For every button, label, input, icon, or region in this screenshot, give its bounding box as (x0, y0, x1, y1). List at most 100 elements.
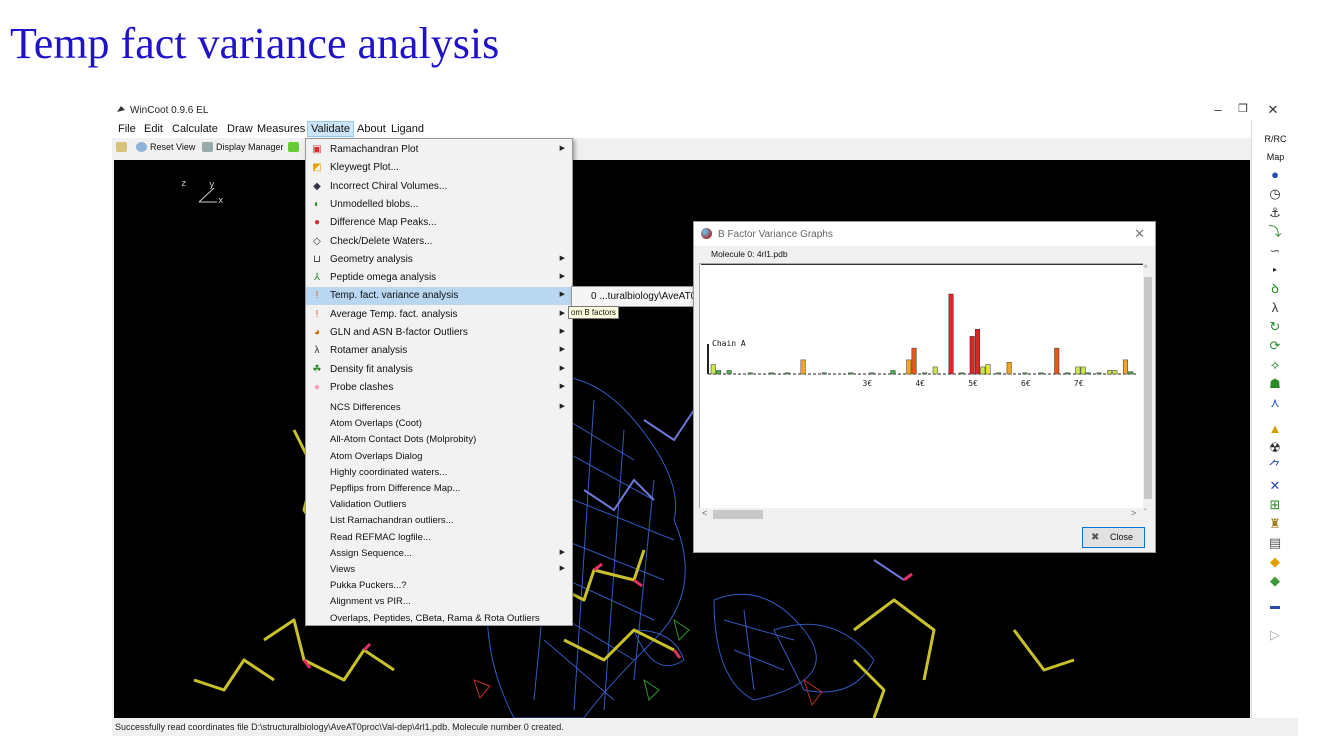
mutate-icon[interactable]: ⟡ (1266, 356, 1284, 374)
rotate-translate-icon[interactable]: ⤵ (1266, 223, 1284, 241)
validate-menu-item[interactable]: ◩ Kleywegt Plot... (306, 159, 572, 177)
menu-file[interactable]: File (115, 122, 139, 136)
bottle-icon[interactable]: ♜ (1266, 515, 1284, 533)
scroll-up-icon[interactable]: ^ (1144, 265, 1147, 272)
menu-calculate[interactable]: Calculate (169, 122, 221, 136)
b-factor-bar (985, 364, 991, 375)
menu-validate[interactable]: Validate (307, 121, 354, 137)
validate-menu-item[interactable]: Read REFMAC logfile... (306, 530, 572, 546)
b-factor-graph[interactable]: 3€ 4€ 5€ 6€ 7€ Chain A (699, 263, 1146, 510)
x-tick-label: 7€ (1074, 379, 1084, 388)
edit-chi-icon[interactable]: ⟳ (1266, 337, 1284, 355)
validate-menu-item[interactable]: ◆ Incorrect Chiral Volumes... (306, 178, 572, 196)
validate-menu-item[interactable]: ● Difference Map Peaks... (306, 214, 572, 232)
slide-title: Temp fact variance analysis (10, 19, 500, 68)
sequence-bar-icon[interactable]: ▬ (1266, 598, 1284, 616)
x-tick-label: 4€ (915, 379, 925, 388)
validate-menu-item-label: Ramachandran Plot (330, 144, 419, 155)
validate-menu-item[interactable]: ⅄ Peptide omega analysis ▶ (306, 269, 572, 287)
validate-menu-item[interactable]: Pepflips from Difference Map... (306, 481, 572, 497)
vertical-scrollbar[interactable]: ^ (1143, 263, 1153, 508)
flip-icon[interactable]: ↻ (1266, 318, 1284, 336)
menu-draw[interactable]: Draw (224, 122, 256, 136)
validate-menu-item-label: All-Atom Contact Dots (Molprobity) (330, 434, 477, 446)
add-box-icon[interactable]: ⊞ (1266, 496, 1284, 514)
dialog-close-button[interactable]: ✖ Close (1082, 527, 1145, 548)
delete-tool-icon[interactable]: ▲ (1266, 420, 1284, 438)
maximize-button[interactable]: ❐ (1233, 102, 1253, 115)
blob-icon: ◐ (313, 198, 321, 210)
b-factor-dialog: B Factor Variance Graphs ✕ Molecule 0: 4… (693, 221, 1156, 553)
menu-about[interactable]: About (354, 122, 389, 136)
validate-menu-item[interactable]: Assign Sequence... ▶ (306, 546, 572, 562)
dialog-close-icon[interactable]: ✕ (1134, 226, 1145, 242)
thermometer-icon: ǃ (315, 290, 319, 302)
validate-menu-item[interactable]: Overlaps, Peptides, CBeta, Rama & Rota O… (306, 611, 572, 627)
expand-arrow-icon[interactable]: ▸ (1266, 261, 1284, 279)
validate-menu-item[interactable]: ǃ Average Temp. fact. analysis ▶ (306, 306, 572, 324)
validate-menu-item[interactable]: Views ▶ (306, 562, 572, 578)
vertical-scroll-thumb[interactable] (1144, 277, 1152, 499)
add-water-icon[interactable]: ⺈ (1266, 458, 1284, 476)
validate-menu-item[interactable]: ☘ Density fit analysis ▶ (306, 361, 572, 379)
play-icon[interactable]: ▷ (1266, 626, 1284, 644)
open-folder-button[interactable] (116, 142, 130, 152)
b-factor-bar (959, 372, 965, 375)
refine-sphere-icon[interactable]: ● (1266, 166, 1284, 184)
menu-edit[interactable]: Edit (141, 122, 166, 136)
scroll-right-icon[interactable]: > (1131, 508, 1136, 518)
reset-view-button[interactable]: Reset View (136, 142, 195, 152)
validate-menu-item[interactable]: List Ramachandran outliers... (306, 513, 572, 529)
validate-menu-item[interactable]: All-Atom Contact Dots (Molprobity) (306, 432, 572, 448)
validate-menu-item[interactable]: ▣ Ramachandran Plot ▶ (306, 141, 572, 159)
validate-menu-item-label: Highly coordinated waters... (330, 466, 448, 478)
close-window-button[interactable]: ✕ (1263, 102, 1283, 118)
add-residue-icon[interactable]: ☗ (1266, 375, 1284, 393)
horizontal-scrollbar[interactable]: < > (699, 508, 1144, 521)
validate-menu-item[interactable]: ◐ Unmodelled blobs... (306, 196, 572, 214)
scroll-left-icon[interactable]: < (702, 508, 707, 518)
validate-menu-item[interactable]: ǃ Temp. fact. variance analysis ▶ (306, 287, 572, 306)
go-to-button[interactable] (288, 142, 302, 152)
b-factor-bar (1128, 371, 1134, 375)
dialog-titlebar: B Factor Variance Graphs ✕ (694, 222, 1155, 246)
b-factor-bar (1085, 372, 1091, 375)
b-factor-bar (1006, 361, 1012, 375)
anchor-icon[interactable]: ⚓ (1266, 204, 1284, 222)
display-manager-button[interactable]: Display Manager (202, 142, 284, 152)
validate-menu-item[interactable]: NCS Differences ▶ (306, 400, 572, 416)
redo-arrow-icon[interactable]: ◆ (1266, 572, 1284, 590)
minimize-button[interactable]: – (1208, 102, 1228, 117)
validate-menu-item-label: Validation Outliers (330, 499, 407, 511)
validate-menu-item[interactable]: ◇ Check/Delete Waters... (306, 233, 572, 251)
trash-icon[interactable]: ▤ (1266, 534, 1284, 552)
validate-menu-item[interactable]: Atom Overlaps Dialog (306, 449, 572, 465)
rotamer-tool-icon[interactable]: λ (1266, 299, 1284, 317)
undo-arrow-icon[interactable]: ◆ (1266, 553, 1284, 571)
clock-icon[interactable]: ◷ (1266, 185, 1284, 203)
b-factor-bar (1022, 372, 1028, 375)
validate-menu-item-label: Kleywegt Plot... (330, 162, 399, 174)
menu-ligand[interactable]: Ligand (388, 122, 427, 136)
radiation-icon[interactable]: ☢ (1266, 439, 1284, 457)
chain-label: Chain A (712, 339, 746, 348)
rrc-button[interactable]: R/RC (1252, 134, 1299, 144)
validate-menu-item[interactable]: ⊔ Geometry analysis ▶ (306, 251, 572, 269)
validate-menu-item[interactable]: Highly coordinated waters... (306, 465, 572, 481)
map-button[interactable]: Map (1252, 152, 1299, 162)
validate-menu-item[interactable]: Pukka Puckers...? (306, 578, 572, 594)
add-atom-icon[interactable]: ✕ (1266, 477, 1284, 495)
menu-measures[interactable]: Measures (254, 122, 308, 136)
validate-menu-item[interactable]: λ Rotamer analysis ▶ (306, 342, 572, 360)
backbone-icon[interactable]: ꝺ (1266, 280, 1284, 298)
validate-menu-item[interactable]: Atom Overlaps (Coot) (306, 416, 572, 432)
submenu-arrow-icon: ▶ (559, 382, 565, 390)
validate-menu-item[interactable]: Alignment vs PIR... (306, 594, 572, 610)
swirl-icon[interactable]: ∽ (1266, 242, 1284, 260)
b-factor-bar (1112, 370, 1118, 375)
ligand-tool-icon[interactable]: ⋏ (1266, 394, 1284, 412)
validate-menu-item[interactable]: ● Probe clashes ▶ (306, 379, 572, 397)
validate-menu-item[interactable]: ◕ GLN and ASN B-factor Outliers ▶ (306, 324, 572, 342)
validate-menu-item[interactable]: Validation Outliers (306, 497, 572, 513)
horizontal-scroll-thumb[interactable] (713, 510, 763, 519)
